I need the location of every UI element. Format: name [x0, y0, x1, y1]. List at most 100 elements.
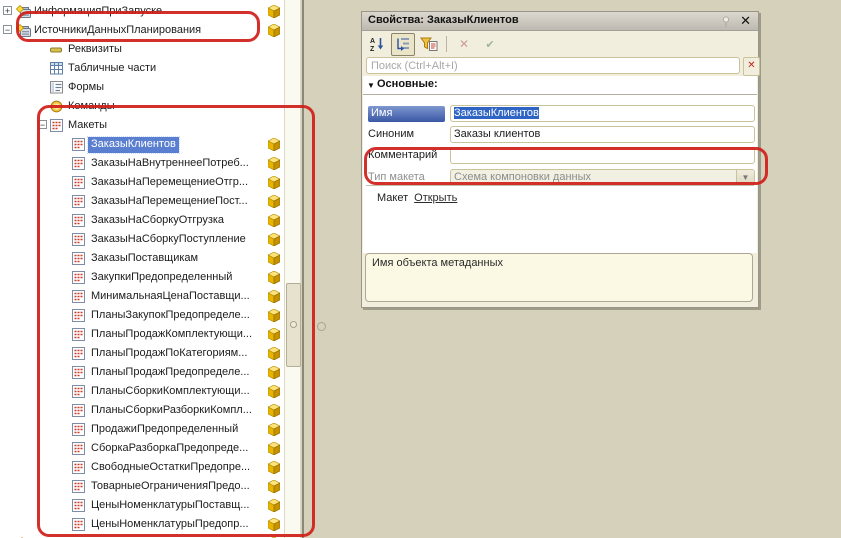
- tree-item[interactable]: МинимальнаяЦенаПоставщи...: [0, 287, 284, 306]
- tree-item[interactable]: +КартаМаршрутаБизнесПроцесса: [0, 534, 284, 538]
- tree-item[interactable]: ЗаказыНаСборкуПоступление: [0, 230, 284, 249]
- search-input[interactable]: [366, 57, 740, 74]
- dropdown-arrow-icon[interactable]: ▼: [736, 170, 754, 185]
- table-icon: [50, 62, 65, 76]
- layout-icon: [72, 271, 87, 285]
- tree-item[interactable]: ЦеныНоменклатурыПредопр...: [0, 515, 284, 534]
- layout-type-combobox[interactable]: Схема компоновки данных ▼: [450, 169, 755, 186]
- section-main-label: Основные:: [377, 78, 438, 90]
- tree-item[interactable]: ПродажиПредопределенный: [0, 420, 284, 439]
- command-icon: [50, 100, 65, 114]
- supplied-object-cube-icon: [268, 461, 280, 474]
- tree-item[interactable]: ТоварныеОграниченияПредо...: [0, 477, 284, 496]
- property-hint-box: Имя объекта метаданных: [365, 253, 753, 302]
- tree-item[interactable]: ПланыСборкиКомплектующи...: [0, 382, 284, 401]
- tree-item[interactable]: − Макеты: [0, 116, 284, 135]
- tree-item-label: ИсточникиДанныхПланирования: [34, 23, 201, 38]
- close-icon[interactable]: ✕: [740, 13, 751, 29]
- supplied-object-cube-icon: [268, 195, 280, 208]
- layout-icon: [72, 157, 87, 171]
- datasource-icon: [16, 24, 31, 38]
- pin-icon[interactable]: [722, 15, 730, 27]
- tree-item[interactable]: СборкаРазборкаПредопреде...: [0, 439, 284, 458]
- collapse-icon[interactable]: −: [3, 25, 12, 34]
- layout-icon: [72, 423, 87, 437]
- layout-icon: [50, 119, 65, 133]
- layout-icon: [72, 328, 87, 342]
- tree-item[interactable]: ЗаказыНаСборкуОтгрузка: [0, 211, 284, 230]
- tree-item-label: ЗаказыНаПеремещениеОтгр...: [91, 175, 248, 190]
- tree-item[interactable]: ПланыЗакупокПредопределе...: [0, 306, 284, 325]
- tree-item-label: ЗаказыНаПеремещениеПост...: [91, 194, 248, 209]
- tree-item[interactable]: ЗакупкиПредопределенный: [0, 268, 284, 287]
- arrange-by-categories-icon[interactable]: [391, 33, 415, 56]
- layout-icon: [72, 366, 87, 380]
- layout-open-row: МакетОткрыть: [377, 192, 457, 204]
- filter-important-icon[interactable]: [417, 33, 441, 56]
- tree-item[interactable]: ЦеныНоменклатурыПоставщ...: [0, 496, 284, 515]
- layout-icon: [72, 499, 87, 513]
- properties-title-bar[interactable]: Свойства: ЗаказыКлиентов ✕: [362, 12, 758, 31]
- tree-item[interactable]: ЗаказыНаПеремещениеОтгр...: [0, 173, 284, 192]
- field-label-name[interactable]: Имя: [368, 106, 445, 122]
- tree-item[interactable]: ПланыСборкиРазборкиКомпл...: [0, 401, 284, 420]
- field-row-comment: Комментарий: [363, 147, 757, 165]
- tree-item[interactable]: Команды: [0, 97, 284, 116]
- tree-item[interactable]: Табличные части: [0, 59, 284, 78]
- collapse-icon[interactable]: −: [38, 120, 47, 129]
- metadata-tree-pane[interactable]: +ИнформацияПриЗапуске − ИсточникиДанныхПла…: [0, 0, 284, 538]
- field-row-synonym: Синоним Заказы клиентов: [363, 126, 757, 144]
- tree-item[interactable]: ЗаказыНаВнутреннееПотреб...: [0, 154, 284, 173]
- apply-edit-icon[interactable]: ✔: [478, 33, 502, 56]
- tree-item[interactable]: − ИсточникиДанныхПланирования: [0, 21, 284, 40]
- comment-input[interactable]: [450, 147, 755, 164]
- supplied-object-cube-icon: [268, 24, 280, 37]
- layout-icon: [72, 461, 87, 475]
- section-main-header[interactable]: ▼ Основные:: [363, 78, 757, 95]
- field-label-comment[interactable]: Комментарий: [368, 148, 445, 164]
- tree-item[interactable]: ПланыПродажПредопределе...: [0, 363, 284, 382]
- search-clear-icon[interactable]: ✕: [743, 57, 760, 76]
- pane-splitter[interactable]: [302, 0, 304, 538]
- tree-item[interactable]: ЗаказыКлиентов: [0, 135, 284, 154]
- scrollbar-thumb[interactable]: [286, 283, 301, 367]
- tree-item[interactable]: Реквизиты: [0, 40, 284, 59]
- tree-item[interactable]: СвободныеОстаткиПредопре...: [0, 458, 284, 477]
- tree-scrollbar[interactable]: [284, 0, 301, 538]
- supplied-object-cube-icon: [268, 499, 280, 512]
- properties-panel: Свойства: ЗаказыКлиентов ✕ A Z: [361, 11, 759, 308]
- layout-icon: [72, 309, 87, 323]
- field-row-name: Имя ЗаказыКлиентов: [363, 105, 757, 123]
- sort-az-icon[interactable]: A Z: [365, 33, 389, 56]
- layout-icon: [72, 385, 87, 399]
- tree-item-label: ЗаказыНаВнутреннееПотреб...: [91, 156, 249, 171]
- tree-item-label: ЗакупкиПредопределенный: [91, 270, 232, 285]
- expand-icon[interactable]: +: [3, 6, 12, 15]
- supplied-object-cube-icon: [268, 138, 280, 151]
- supplied-object-cube-icon: [268, 252, 280, 265]
- tree-item-label: Макеты: [68, 118, 107, 133]
- tree-item[interactable]: ЗаказыНаПеремещениеПост...: [0, 192, 284, 211]
- attribute-dash-icon: [50, 43, 65, 57]
- supplied-object-cube-icon: [268, 309, 280, 322]
- tree-item[interactable]: +ИнформацияПриЗапуске: [0, 2, 284, 21]
- properties-toolbar: A Z: [365, 32, 502, 56]
- cancel-edit-icon[interactable]: ✕: [452, 33, 476, 56]
- tree-item-label: Формы: [68, 80, 104, 95]
- tree-item[interactable]: ПланыПродажПоКатегориям...: [0, 344, 284, 363]
- synonym-input[interactable]: Заказы клиентов: [450, 126, 755, 143]
- supplied-object-cube-icon: [268, 233, 280, 246]
- collapse-triangle-icon[interactable]: ▼: [367, 81, 375, 90]
- field-label-synonym[interactable]: Синоним: [368, 127, 445, 143]
- layout-icon: [72, 480, 87, 494]
- svg-text:Z: Z: [370, 46, 375, 52]
- tree-item-label: ЦеныНоменклатурыПредопр...: [91, 517, 249, 532]
- tree-item[interactable]: Формы: [0, 78, 284, 97]
- tree-item[interactable]: ЗаказыПоставщикам: [0, 249, 284, 268]
- tree-item-label: ЗаказыНаСборкуПоступление: [91, 232, 246, 247]
- tree-item[interactable]: ПланыПродажКомплектующи...: [0, 325, 284, 344]
- supplied-object-cube-icon: [268, 366, 280, 379]
- name-input[interactable]: ЗаказыКлиентов: [450, 105, 755, 122]
- open-layout-link[interactable]: Открыть: [414, 192, 457, 204]
- tree-item-label: ТоварныеОграниченияПредо...: [91, 479, 250, 494]
